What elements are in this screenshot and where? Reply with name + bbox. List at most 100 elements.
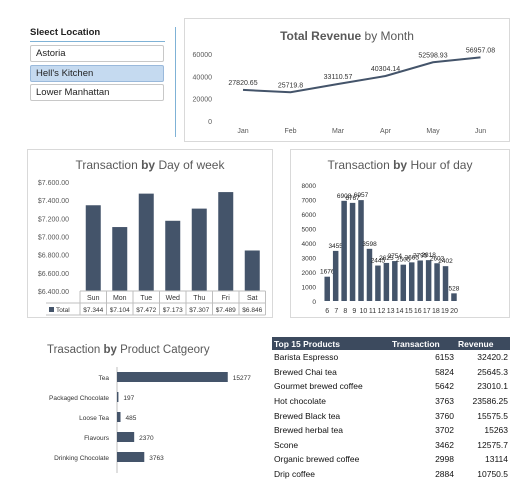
revenue-cell: 12575.7 [477,439,508,450]
transaction-cell: 3462 [435,439,454,450]
x-tick-label: 13 [387,308,395,315]
slicer-item-hells-kitchen[interactable]: Hell's Kitchen [30,65,164,82]
category-bar [117,412,121,422]
data-label: 27820.65 [228,80,257,87]
product-cell: Organic brewed coffee [274,454,360,465]
revenue-line-plot: 0 20000 40000 60000 27820.65 Jan 25719.8 Feb 331… [193,47,496,135]
y-tick-label: 6000 [302,212,317,219]
hour-bar [349,202,356,301]
transaction-cell: 2884 [435,469,454,480]
x-tick-label: Jun [475,128,486,135]
transaction-cell: 2998 [435,454,454,465]
hour-bar [392,261,398,301]
revenue-cell: 32420.2 [477,352,508,363]
table-row: Barista Espresso 6153 32420.2 [272,350,510,365]
x-tick-label: Sat [247,295,258,302]
x-tick-label: Thu [193,295,205,302]
x-tick-label: Fri [222,295,231,302]
hour-bar [332,250,339,301]
y-tick-label: $7.600.00 [38,180,69,187]
y-tick-label: 7000 [302,198,317,205]
category-bar-plot: Tea 15277 Packaged Chocolate 197 Loose Tea 48… [49,367,251,473]
x-tick-label: 7 [334,308,338,315]
hour-bar [417,260,423,301]
transactions-by-day-chart: Transaction by Day of week $6.400.00 $6.6… [27,149,273,318]
x-tick-label: 11 [369,308,376,315]
x-tick-label: Wed [166,295,180,302]
y-tick-label: $7.400.00 [38,198,69,205]
slicer-header: Sleect Location [30,27,101,38]
table-row-label: Total [56,307,70,314]
data-label: 3763 [149,455,164,462]
x-tick-label: 17 [423,308,431,315]
data-label: 56957.08 [466,47,495,54]
x-tick-label: Apr [380,128,392,135]
category-label: Drinking Chocolate [54,455,109,462]
data-label: 2370 [139,435,154,442]
y-tick-label: 8000 [302,183,317,190]
product-cell: Hot chocolate [274,396,326,407]
product-cell: Drip coffee [274,469,315,480]
table-value: $7.173 [163,307,183,314]
hour-bar [324,276,330,301]
category-label: Flavours [84,435,110,442]
x-tick-label: Sun [87,295,100,302]
data-label: 485 [126,415,137,422]
table-row: Gourmet brewed coffee 5642 23010.1 [272,379,510,394]
data-label: 6957 [354,192,369,199]
category-bar [117,432,135,442]
day-bar [112,227,128,291]
x-tick-label: 6 [325,308,329,315]
y-tick-label: $6.400.00 [38,289,69,296]
table-row: Scone 3462 12575.7 [272,438,510,453]
x-tick-label: 9 [352,308,356,315]
transaction-cell: 5642 [435,381,454,392]
day-bar [138,193,154,291]
y-tick-label: 20000 [193,97,213,104]
x-tick-label: May [426,128,440,135]
x-tick-label: 18 [432,308,440,315]
revenue-cell: 15263 [484,425,508,436]
column-header-transaction: Transaction [390,337,456,350]
y-tick-label: $7.000.00 [38,235,69,242]
transaction-cell: 3702 [435,425,454,436]
revenue-cell: 10750.5 [477,469,508,480]
data-label: 52598.93 [418,52,447,59]
x-tick-label: Tue [140,295,152,302]
table-row: Drip coffee 2884 10750.5 [272,467,510,482]
table-row: Organic brewed coffee 2998 13114 [272,452,510,467]
x-tick-label: 8 [343,308,347,315]
revenue-cell: 13114 [484,454,508,465]
hour-bar [451,293,457,301]
category-label: Tea [99,375,110,382]
data-label: 15277 [233,375,251,382]
table-value: $7.489 [216,307,236,314]
category-label: Packaged Chocolate [49,395,109,402]
hour-bar [442,266,449,301]
product-cell: Barista Espresso [274,352,339,363]
revenue-by-month-chart: Total Revenue by Month 0 20000 40000 60000 2… [184,18,510,142]
slicer-item-lower-manhattan[interactable]: Lower Manhattan [30,84,164,101]
data-label: 1676 [320,269,335,276]
transaction-cell: 3760 [435,410,454,421]
y-tick-label: 60000 [193,52,213,59]
revenue-cell: 23010.1 [477,381,508,392]
table-row: Brewed Chai tea 5824 25645.3 [272,365,510,380]
revenue-cell: 23586.25 [472,396,508,407]
y-tick-label: 3000 [302,256,317,263]
revenue-cell: 15575.5 [477,410,508,421]
x-tick-label: 16 [414,308,422,315]
y-tick-label: 2000 [302,270,317,277]
x-tick-label: 12 [378,308,386,315]
day-bar-plot: $6.400.00 $6.600.00 $6.800.00 $7.000.00 $7.2… [38,180,266,316]
hour-bar [400,264,407,301]
category-label: Loose Tea [79,415,109,422]
transactions-by-hour-chart: Transaction by Hour of day 0 1000 2000 3000… [290,149,510,318]
slicer-divider [30,41,165,42]
slicer-item-astoria[interactable]: Astoria [30,45,164,62]
data-label: 33110.57 [324,74,353,81]
top-products-table: Top 15 Products Transaction Revenue Bari… [272,337,510,481]
transaction-cell: 5824 [435,366,454,377]
day-bar [165,220,181,291]
y-tick-label: 0 [208,119,212,126]
